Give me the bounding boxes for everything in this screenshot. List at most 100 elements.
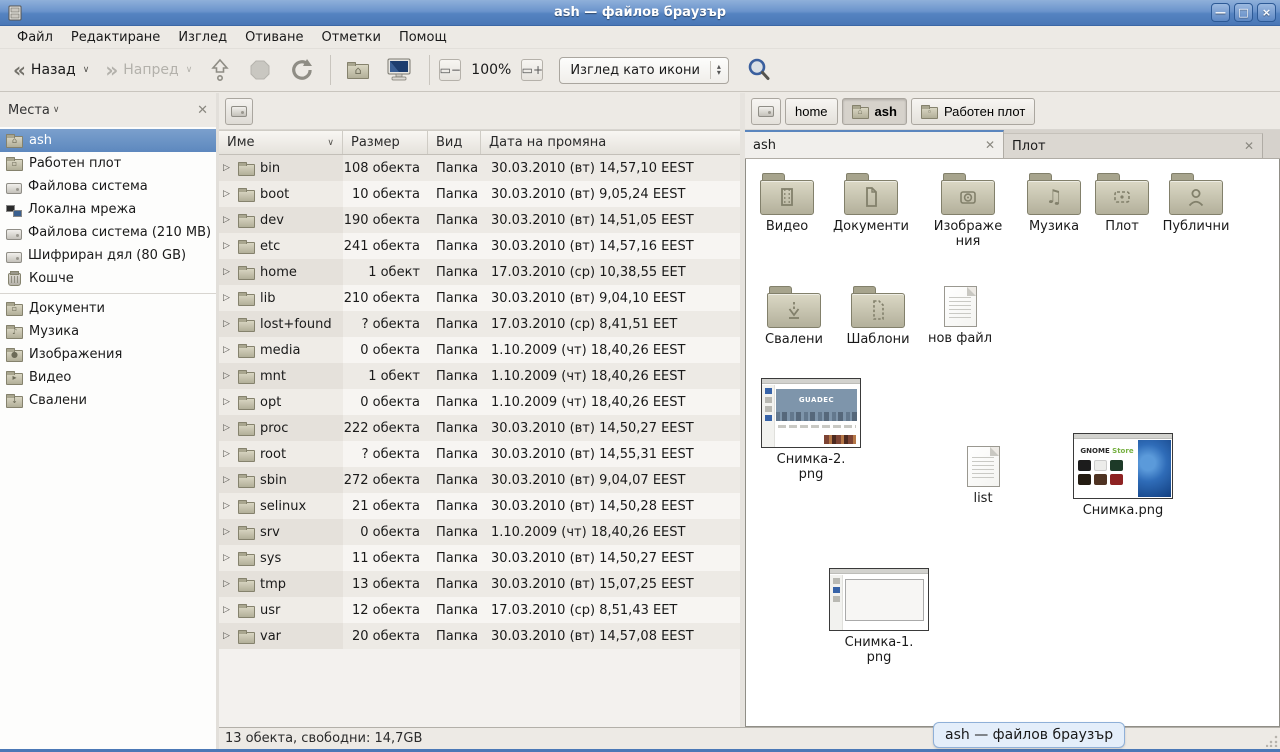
expander-icon[interactable]: ▷ [223,267,233,277]
table-row[interactable]: ▷ tmp 13 обекта Папка 30.03.2010 (вт) 15… [219,571,740,597]
expander-icon[interactable]: ▷ [223,553,233,563]
forward-button[interactable]: » Напред ∨ [98,57,199,83]
folder-item-downloads[interactable]: Свалени [753,286,835,347]
maximize-button[interactable]: □ [1234,3,1253,22]
expander-icon[interactable]: ▷ [223,449,233,459]
table-row[interactable]: ▷ dev 190 обекта Папка 30.03.2010 (вт) 1… [219,207,740,233]
tab-plot[interactable]: Плот ✕ [1004,133,1263,158]
zoom-in-button[interactable]: ▭+ [521,59,543,81]
back-history-caret-icon[interactable]: ∨ [83,65,90,75]
minimize-button[interactable]: — [1211,3,1230,22]
column-header-name[interactable]: Име ∨ [219,131,343,154]
folder-item-templates[interactable]: Шаблони [837,286,919,347]
column-header-date[interactable]: Дата на промяна [481,131,740,154]
expander-icon[interactable]: ▷ [223,475,233,485]
taskbar-window-tooltip[interactable]: ash — файлов браузър [933,722,1125,748]
sidebar-item-filesystem[interactable]: Файлова система [0,175,216,198]
table-row[interactable]: ▷ root ? обекта Папка 30.03.2010 (вт) 14… [219,441,740,467]
menu-help[interactable]: Помощ [390,28,456,47]
expander-icon[interactable]: ▷ [223,215,233,225]
close-button[interactable]: × [1257,3,1276,22]
search-button[interactable] [739,52,779,88]
table-row[interactable]: ▷ sbin 272 обекта Папка 30.03.2010 (вт) … [219,467,740,493]
folder-item-videos[interactable]: Видео [746,173,828,234]
table-row[interactable]: ▷ lost+found ? обекта Папка 17.03.2010 (… [219,311,740,337]
zoom-level[interactable]: 100% [463,62,519,78]
table-row[interactable]: ▷ mnt 1 обект Папка 1.10.2009 (чт) 18,40… [219,363,740,389]
zoom-out-button[interactable]: ▭− [439,59,461,81]
expander-icon[interactable]: ▷ [223,579,233,589]
folder-item-documents[interactable]: Документи [825,173,917,234]
table-row[interactable]: ▷ srv 0 обекта Папка 1.10.2009 (чт) 18,4… [219,519,740,545]
expander-icon[interactable]: ▷ [223,189,233,199]
table-row[interactable]: ▷ lib 210 обекта Папка 30.03.2010 (вт) 9… [219,285,740,311]
computer-button[interactable] [378,52,420,88]
expander-icon[interactable]: ▷ [223,371,233,381]
sidebar-item-trash[interactable]: Кошче [0,267,216,290]
image-item-snimka[interactable]: GNOME Store Снимка.png [1073,433,1173,518]
tab-close-icon[interactable]: ✕ [1244,139,1254,153]
table-row[interactable]: ▷ usr 12 обекта Папка 17.03.2010 (ср) 8,… [219,597,740,623]
sidebar-title[interactable]: Места [8,103,50,118]
expander-icon[interactable]: ▷ [223,423,233,433]
menu-view[interactable]: Изглед [169,28,236,47]
sidebar-item-documents[interactable]: ▫ Документи [0,297,216,320]
sidebar-item-home[interactable]: ⌂ ash [0,129,216,152]
folder-item-images[interactable]: Изображения [928,173,1008,249]
folder-item-public[interactable]: Публични [1150,173,1242,234]
expander-icon[interactable]: ▷ [223,397,233,407]
file-item-list[interactable]: list [943,446,1023,506]
table-row[interactable]: ▷ var 20 обекта Папка 30.03.2010 (вт) 14… [219,623,740,649]
expander-icon[interactable]: ▷ [223,241,233,251]
expander-icon[interactable]: ▷ [223,163,233,173]
table-row[interactable]: ▷ media 0 обекта Папка 1.10.2009 (чт) 18… [219,337,740,363]
expander-icon[interactable]: ▷ [223,319,233,329]
resize-grip-icon[interactable] [1266,735,1278,747]
sidebar-item-local-network[interactable]: Локална мрежа [0,198,216,221]
expander-icon[interactable]: ▷ [223,293,233,303]
column-header-type[interactable]: Вид [428,131,481,154]
back-button[interactable]: « Назад ∨ [6,57,96,83]
expander-icon[interactable]: ▷ [223,501,233,511]
image-item-snimka2[interactable]: GUADEC Снимка-2.png [761,378,861,482]
up-button[interactable] [201,52,239,88]
expander-icon[interactable]: ▷ [223,527,233,537]
sidebar-selector-caret-icon[interactable]: ∨ [53,105,60,115]
menu-edit[interactable]: Редактиране [62,28,169,47]
sidebar-item-music[interactable]: ♪ Музика [0,320,216,343]
tab-ash[interactable]: ash ✕ [745,130,1004,158]
menu-file[interactable]: Файл [8,28,62,47]
path-desktop-button[interactable]: ▫ Работен плот [911,98,1035,125]
table-row[interactable]: ▷ bin 108 обекта Папка 30.03.2010 (вт) 1… [219,155,740,181]
expander-icon[interactable]: ▷ [223,605,233,615]
menu-bookmarks[interactable]: Отметки [312,28,389,47]
sidebar-item-encrypted-80gb[interactable]: Шифриран дял (80 GB) [0,244,216,267]
sidebar-item-filesystem-210mb[interactable]: Файлова система (210 MB) [0,221,216,244]
file-item-new-file[interactable]: нов файл [919,286,1001,346]
menu-go[interactable]: Отиване [236,28,312,47]
expander-icon[interactable]: ▷ [223,631,233,641]
sidebar-item-pictures[interactable]: ● Изображения [0,343,216,366]
table-row[interactable]: ▷ boot 10 обекта Папка 30.03.2010 (вт) 9… [219,181,740,207]
icon-view[interactable]: Видео Документи Изображения [745,159,1280,727]
view-mode-select[interactable]: Изглед като икони ▴▾ [559,57,729,84]
sidebar-item-desktop[interactable]: ▫ Работен плот [0,152,216,175]
table-row[interactable]: ▷ selinux 21 обекта Папка 30.03.2010 (вт… [219,493,740,519]
path-home-button[interactable]: home [785,98,838,125]
table-row[interactable]: ▷ home 1 обект Папка 17.03.2010 (ср) 10,… [219,259,740,285]
sidebar-item-videos[interactable]: ▸ Видео [0,366,216,389]
table-row[interactable]: ▷ etc 241 обекта Папка 30.03.2010 (вт) 1… [219,233,740,259]
sidebar-close-icon[interactable]: ✕ [197,103,208,118]
image-item-snimka1[interactable]: Снимка-1.png [829,568,929,665]
root-location-button[interactable] [225,98,253,125]
table-row[interactable]: ▷ opt 0 обекта Папка 1.10.2009 (чт) 18,4… [219,389,740,415]
table-row[interactable]: ▷ sys 11 обекта Папка 30.03.2010 (вт) 14… [219,545,740,571]
tab-close-icon[interactable]: ✕ [985,138,995,152]
path-root-button[interactable] [751,98,781,125]
reload-button[interactable] [281,52,321,88]
sidebar-item-downloads[interactable]: ↓ Свалени [0,389,216,412]
path-ash-button[interactable]: ⌂ ash [842,98,907,125]
expander-icon[interactable]: ▷ [223,345,233,355]
home-button[interactable]: ⌂ [340,56,376,84]
table-row[interactable]: ▷ proc 222 обекта Папка 30.03.2010 (вт) … [219,415,740,441]
